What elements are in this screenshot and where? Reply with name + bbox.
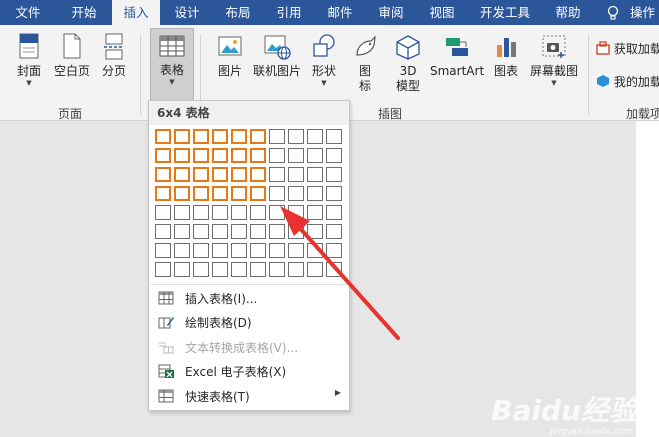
watermark-url: jingyan.baidu.com [549, 427, 633, 437]
annotation-arrow [280, 206, 400, 340]
baidu-watermark: Baidu经验 [491, 394, 637, 427]
